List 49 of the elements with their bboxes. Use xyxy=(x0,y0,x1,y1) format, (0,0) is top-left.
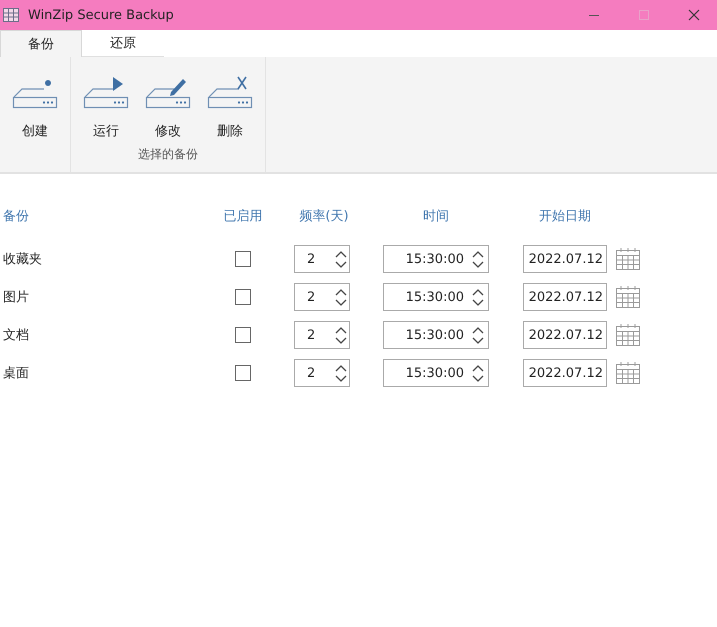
column-header: 已启用 xyxy=(224,208,262,225)
spin-arrows-icon[interactable] xyxy=(333,250,349,268)
app-icon xyxy=(2,6,20,24)
date-field[interactable]: 2022.07.12 xyxy=(523,283,607,311)
enabled-checkbox[interactable] xyxy=(235,289,251,305)
ribbon-button[interactable]: 运行 xyxy=(75,57,137,140)
ribbon-button[interactable]: 修改 xyxy=(137,57,199,140)
spin-arrows-icon[interactable] xyxy=(470,250,486,268)
window-title: WinZip Secure Backup xyxy=(28,8,174,22)
column-header: 开始日期 xyxy=(538,208,592,225)
drive-run-icon xyxy=(83,75,129,109)
backup-name: 图片 xyxy=(3,290,29,305)
ribbon-tab[interactable]: 备份 xyxy=(0,30,82,57)
enabled-checkbox[interactable] xyxy=(235,251,251,267)
column-header: 时间 xyxy=(422,208,450,225)
ribbon-button[interactable]: 创建 xyxy=(4,57,66,140)
date-field[interactable]: 2022.07.12 xyxy=(523,359,607,387)
time-spinner[interactable]: 15:30:00 xyxy=(383,283,489,311)
time-spinner[interactable]: 15:30:00 xyxy=(383,359,489,387)
maximize-icon xyxy=(638,9,650,21)
frequency-spinner[interactable]: 2 xyxy=(294,245,350,273)
column-header: 备份 xyxy=(3,209,29,224)
spin-arrows-icon[interactable] xyxy=(333,364,349,382)
spin-arrows-icon[interactable] xyxy=(333,326,349,344)
calendar-icon[interactable] xyxy=(615,361,641,385)
enabled-checkbox[interactable] xyxy=(235,327,251,343)
enabled-checkbox[interactable] xyxy=(235,365,251,381)
backup-name: 桌面 xyxy=(3,366,29,381)
time-spinner[interactable]: 15:30:00 xyxy=(383,245,489,273)
frequency-spinner[interactable]: 2 xyxy=(294,359,350,387)
calendar-icon[interactable] xyxy=(615,247,641,271)
spin-arrows-icon[interactable] xyxy=(470,364,486,382)
calendar-icon[interactable] xyxy=(615,323,641,347)
backup-name: 文档 xyxy=(3,328,29,343)
ribbon-button[interactable]: 删除 xyxy=(199,57,261,140)
backup-name: 收藏夹 xyxy=(3,252,42,267)
frequency-spinner[interactable]: 2 xyxy=(294,283,350,311)
group-label: 选择的备份 xyxy=(137,146,199,163)
spin-arrows-icon[interactable] xyxy=(333,288,349,306)
frequency-spinner[interactable]: 2 xyxy=(294,321,350,349)
spin-arrows-icon[interactable] xyxy=(470,326,486,344)
calendar-icon[interactable] xyxy=(615,285,641,309)
close-icon xyxy=(688,9,700,21)
drive-delete-icon xyxy=(207,75,253,109)
date-field[interactable]: 2022.07.12 xyxy=(523,245,607,273)
date-field[interactable]: 2022.07.12 xyxy=(523,321,607,349)
column-header: 频率(天) xyxy=(298,208,350,225)
spin-arrows-icon[interactable] xyxy=(470,288,486,306)
time-spinner[interactable]: 15:30:00 xyxy=(383,321,489,349)
